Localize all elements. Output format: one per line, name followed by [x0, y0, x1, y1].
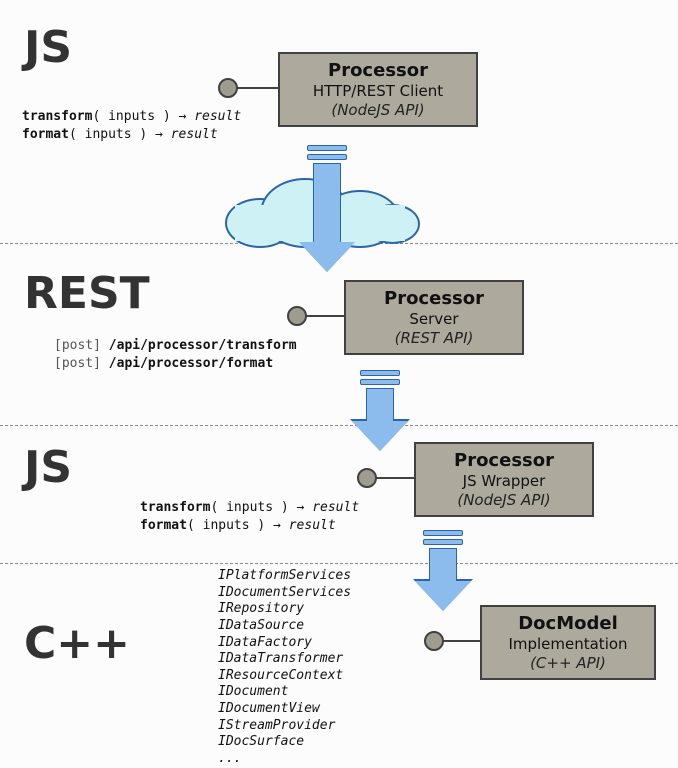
- arrow-down-3: [408, 530, 478, 611]
- connector-3: [375, 477, 414, 479]
- box-processor-server: Processor Server (REST API): [344, 280, 524, 355]
- layer-label-cpp: C++: [24, 618, 130, 669]
- box-processor-wrapper: Processor JS Wrapper (NodeJS API): [414, 442, 594, 517]
- connector-2: [305, 315, 344, 317]
- layer-label-js-2: JS: [24, 442, 72, 493]
- box-title: Processor: [426, 450, 582, 471]
- box-docmodel: DocModel Implementation (C++ API): [480, 605, 656, 680]
- box-api: (REST API): [356, 329, 512, 347]
- box-subtitle: HTTP/REST Client: [290, 82, 466, 100]
- box-subtitle: JS Wrapper: [426, 472, 582, 490]
- box-api: (C++ API): [492, 654, 644, 672]
- divider-3: [0, 563, 678, 564]
- connector-1: [236, 87, 278, 89]
- port-dot-1: [218, 78, 238, 98]
- box-title: Processor: [356, 288, 512, 309]
- connector-4: [442, 640, 480, 642]
- port-dot-2: [287, 306, 307, 326]
- box-api: (NodeJS API): [290, 101, 466, 119]
- box-processor-client: Processor HTTP/REST Client (NodeJS API): [278, 52, 478, 127]
- layer-label-js-1: JS: [24, 22, 72, 73]
- arrow-down-2: [345, 370, 415, 451]
- divider-2: [0, 425, 678, 426]
- box-subtitle: Server: [356, 310, 512, 328]
- box-subtitle: Implementation: [492, 635, 644, 653]
- port-dot-4: [424, 631, 444, 651]
- box-api: (NodeJS API): [426, 491, 582, 509]
- layer-label-rest: REST: [24, 268, 150, 319]
- box-title: Processor: [290, 60, 466, 81]
- interfaces-list: IPlatformServicesIDocumentServicesIRepos…: [218, 568, 351, 768]
- code-block-js-2: transform( inputs ) → result format( inp…: [140, 499, 359, 534]
- arrow-down-1: [292, 145, 362, 272]
- code-block-rest: [post] /api/processor/transform [post] /…: [54, 337, 297, 372]
- port-dot-3: [357, 468, 377, 488]
- code-block-js-1: transform( inputs ) → result format( inp…: [22, 108, 241, 143]
- box-title: DocModel: [492, 613, 644, 634]
